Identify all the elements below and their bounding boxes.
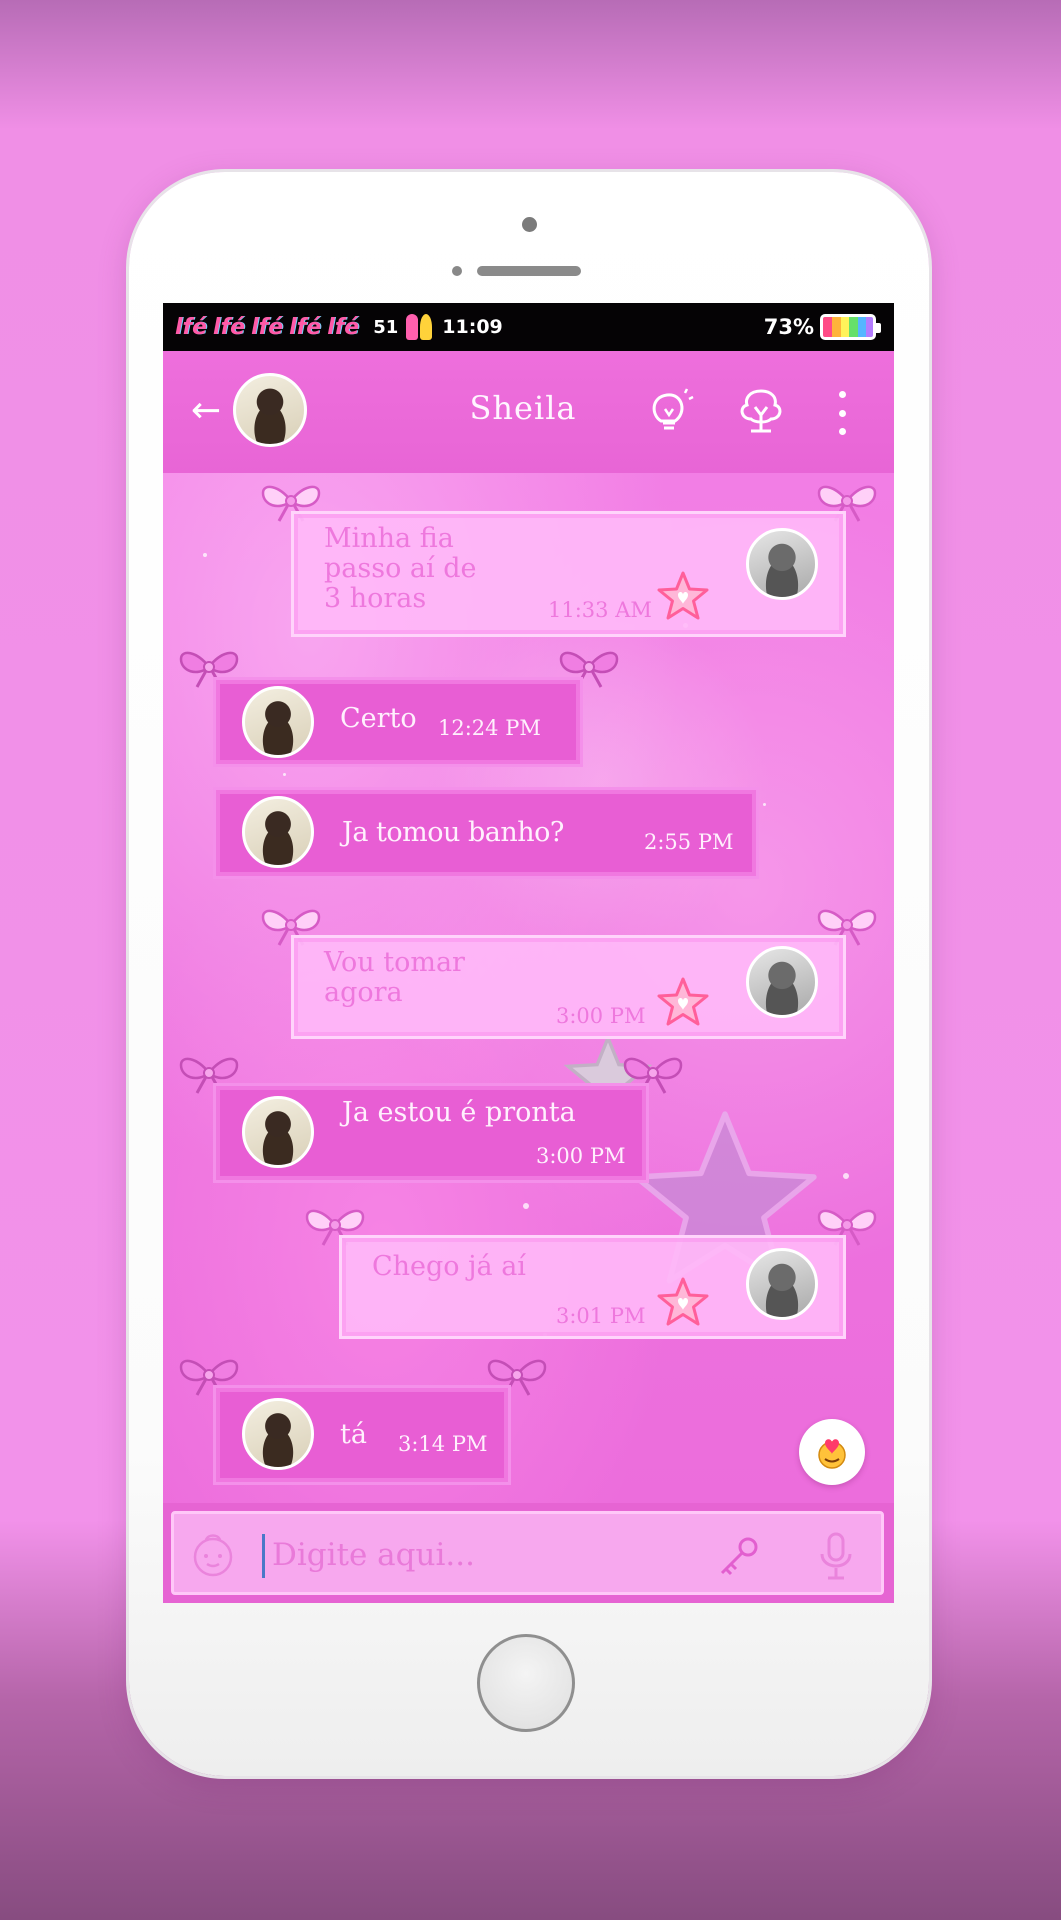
- message-bubble-outgoing[interactable]: Vou tomar agora 3:00 PM: [291, 935, 846, 1039]
- message-bubble-incoming[interactable]: Ja tomou banho? 2:55 PM: [213, 787, 759, 879]
- message-bubble-incoming[interactable]: tá 3:14 PM: [213, 1385, 511, 1485]
- message-bubble-outgoing[interactable]: Minha fia passo aí de 3 horas 11:33 AM: [291, 511, 846, 637]
- popsicle-icon: [406, 314, 433, 340]
- star-icon: [657, 571, 709, 620]
- message-text: Chego já aí: [372, 1251, 526, 1282]
- notification-icon: lfé: [251, 314, 284, 340]
- input-bar: [163, 1503, 894, 1603]
- message-text: Vou tomar agora: [324, 947, 465, 1008]
- sender-avatar[interactable]: [242, 1398, 314, 1470]
- message-time: 3:00 PM: [556, 1004, 646, 1028]
- status-bar: lfé lfé lfé lfé lfé 51 11:09 73%: [163, 303, 894, 351]
- tree-icon[interactable]: [735, 385, 787, 437]
- message-bubble-incoming[interactable]: Ja estou é pronta 3:00 PM: [213, 1083, 649, 1183]
- chat-header: ← Sheila: [163, 351, 894, 473]
- signal-indicator: 51: [373, 316, 399, 338]
- notification-icon: lfé: [327, 314, 360, 340]
- front-camera: [522, 217, 537, 232]
- sender-avatar[interactable]: [746, 1248, 818, 1320]
- home-button[interactable]: [477, 1634, 575, 1732]
- sender-avatar[interactable]: [242, 686, 314, 758]
- contact-avatar[interactable]: [233, 373, 307, 447]
- battery-icon: [820, 314, 881, 340]
- microphone-icon[interactable]: [816, 1530, 856, 1582]
- arrow-left-icon[interactable]: ←: [191, 391, 231, 431]
- notification-icon: lfé: [175, 314, 208, 340]
- star-icon: [657, 1277, 709, 1326]
- notification-icon: lfé: [213, 314, 246, 340]
- text-cursor: [262, 1534, 265, 1578]
- notification-icons: lfé lfé lfé lfé lfé: [175, 315, 359, 340]
- emoji-face-icon: [818, 1439, 846, 1469]
- star-icon: [657, 977, 709, 1026]
- message-text: Ja estou é pronta: [342, 1097, 576, 1128]
- message-input[interactable]: [270, 1528, 714, 1582]
- sender-avatar[interactable]: [746, 946, 818, 1018]
- battery-percent: 73%: [763, 315, 814, 339]
- phone-screen: lfé lfé lfé lfé lfé 51 11:09 73% ← Sheil…: [163, 303, 894, 1603]
- message-time: 12:24 PM: [438, 716, 541, 740]
- contact-name[interactable]: Sheila: [423, 389, 623, 427]
- message-input-container: [171, 1511, 884, 1595]
- notification-icon: lfé: [289, 314, 322, 340]
- baby-face-icon[interactable]: [188, 1530, 238, 1580]
- message-bubble-outgoing[interactable]: Chego já aí 3:01 PM: [339, 1235, 846, 1339]
- message-text: Ja tomou banho?: [342, 817, 564, 848]
- message-text: tá: [340, 1419, 367, 1450]
- message-time: 2:55 PM: [644, 830, 734, 854]
- emoji-icon[interactable]: [799, 1419, 865, 1485]
- message-time: 11:33 AM: [548, 598, 652, 622]
- more-vertical-icon[interactable]: [835, 391, 849, 435]
- message-text: Minha fia passo aí de 3 horas: [324, 523, 477, 614]
- chat-area[interactable]: Minha fia passo aí de 3 horas 11:33 AM C…: [163, 473, 894, 1503]
- lightbulb-icon[interactable]: [643, 385, 695, 437]
- message-time: 3:00 PM: [536, 1144, 626, 1168]
- status-time: 11:09: [442, 316, 503, 338]
- message-time: 3:01 PM: [556, 1304, 646, 1328]
- sender-avatar[interactable]: [746, 528, 818, 600]
- message-time: 3:14 PM: [398, 1432, 488, 1456]
- key-icon[interactable]: [714, 1532, 764, 1582]
- proximity-sensor: [452, 266, 462, 276]
- sender-avatar[interactable]: [242, 1096, 314, 1168]
- sender-avatar[interactable]: [242, 796, 314, 868]
- message-bubble-incoming[interactable]: Certo 12:24 PM: [213, 677, 583, 767]
- message-text: Certo: [340, 703, 417, 734]
- earpiece-speaker: [477, 266, 581, 276]
